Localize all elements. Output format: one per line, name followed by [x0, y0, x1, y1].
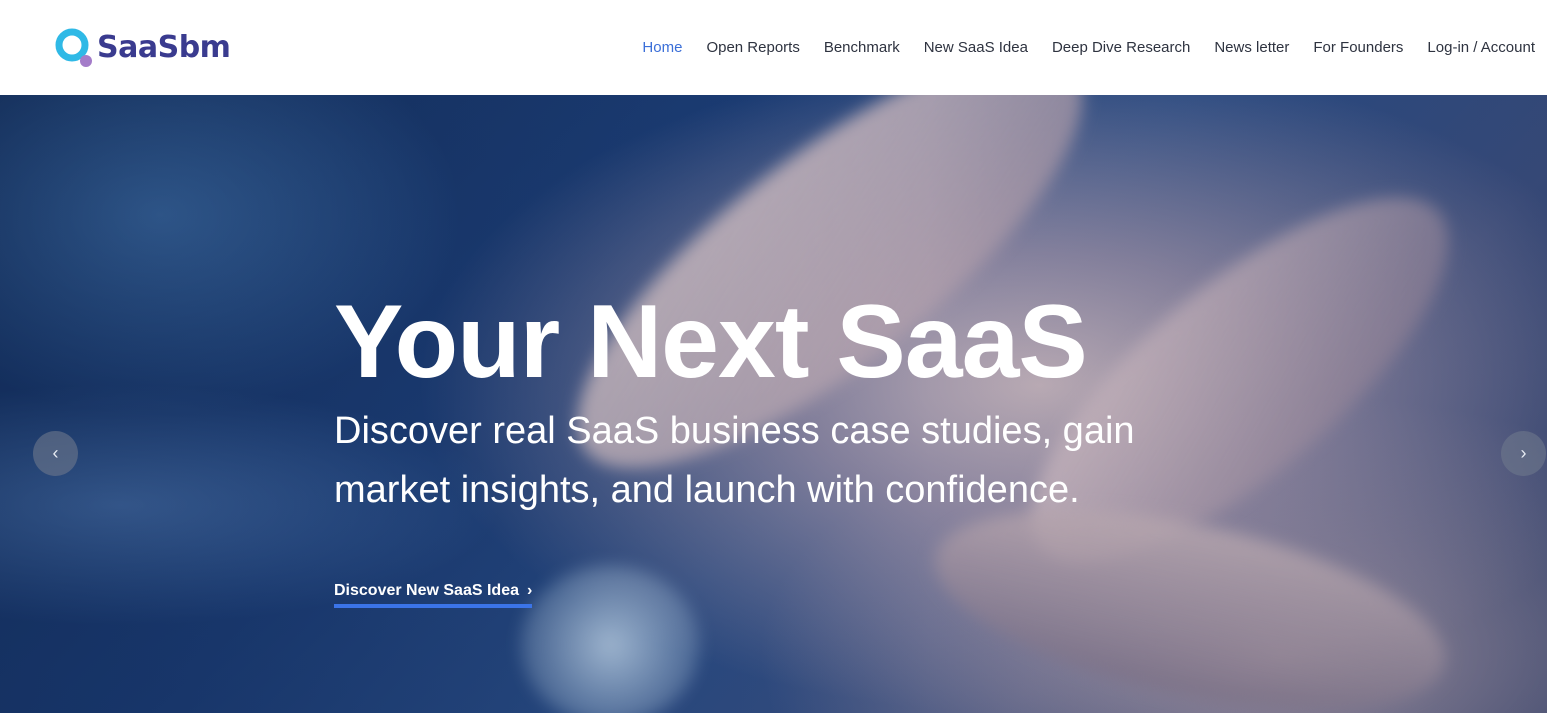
nav-open-reports[interactable]: Open Reports [706, 39, 799, 56]
discover-new-saas-idea-link[interactable]: Discover New SaaS Idea › [334, 582, 533, 608]
chevron-right-icon: › [526, 582, 533, 599]
slider-prev-button[interactable]: ‹ [33, 431, 78, 476]
site-logo[interactable]: SaaSbm [53, 27, 231, 69]
chevron-left-icon: ‹ [52, 443, 59, 463]
main-nav: Home Open Reports Benchmark New SaaS Ide… [618, 39, 1535, 56]
nav-for-founders[interactable]: For Founders [1313, 39, 1403, 56]
slider-next-button[interactable]: › [1501, 431, 1546, 476]
hero-subtitle: Discover real SaaS business case studies… [334, 410, 1135, 511]
hero-title: Your Next SaaS [334, 284, 1088, 400]
logo-icon [55, 28, 92, 67]
nav-benchmark[interactable]: Benchmark [824, 39, 900, 56]
logo-text: SaaSbm [97, 30, 231, 65]
nav-new-saas-idea[interactable]: New SaaS Idea [924, 39, 1028, 56]
nav-home[interactable]: Home [642, 39, 682, 56]
chevron-right-icon: › [1520, 443, 1527, 463]
hero-content: Your Next SaaS Discover real SaaS busine… [334, 290, 1194, 608]
nav-login-account[interactable]: Log-in / Account [1427, 39, 1535, 56]
hero-slider: Your Next SaaS Discover real SaaS busine… [0, 95, 1547, 713]
site-header: SaaSbm Home Open Reports Benchmark New S… [0, 0, 1547, 95]
nav-deep-dive-research[interactable]: Deep Dive Research [1052, 39, 1190, 56]
cta-label: Discover New SaaS Idea [334, 582, 519, 599]
nav-newsletter[interactable]: News letter [1214, 39, 1289, 56]
